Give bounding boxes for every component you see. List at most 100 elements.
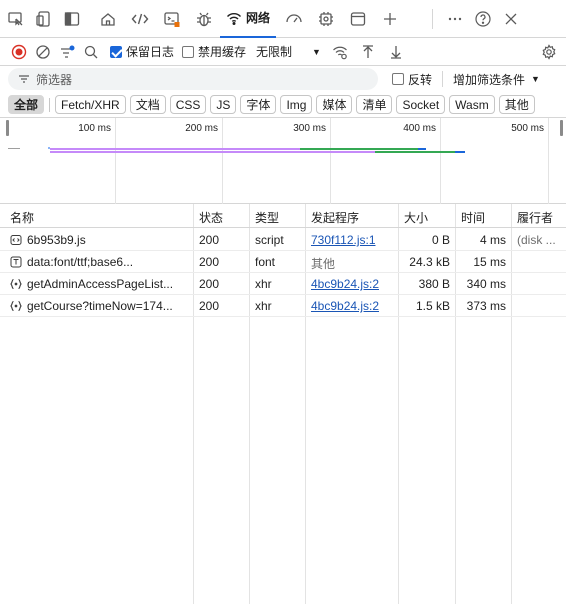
network-overview-timeline[interactable]: 100 ms 200 ms 300 ms 400 ms 500 ms xyxy=(0,118,566,204)
network-tab-label: 网络 xyxy=(246,11,271,25)
request-fulfilled-by: (disk ... xyxy=(517,233,556,247)
overview-bar xyxy=(50,148,300,150)
request-size: 24.3 kB xyxy=(409,255,450,269)
table-row[interactable]: getCourse?timeNow=174... 200 xhr 4bc9b24… xyxy=(0,295,566,317)
preserve-log-checkbox[interactable]: 保留日志 xyxy=(110,43,174,60)
wifi-icon xyxy=(226,12,242,25)
table-row[interactable]: getAdminAccessPageList... 200 xhr 4bc9b2… xyxy=(0,273,566,295)
request-initiator-link[interactable]: 730f112.js:1 xyxy=(311,233,376,247)
performance-tab-icon[interactable] xyxy=(282,7,306,31)
request-name: getAdminAccessPageList... xyxy=(10,277,190,291)
add-tab-icon[interactable] xyxy=(378,7,402,31)
chip-wasm[interactable]: Wasm xyxy=(449,95,495,114)
request-status: 200 xyxy=(199,299,220,313)
request-name: getCourse?timeNow=174... xyxy=(10,299,190,313)
export-har-icon[interactable] xyxy=(385,41,407,63)
request-type: xhr xyxy=(255,299,272,313)
chip-other[interactable]: 其他 xyxy=(498,95,535,114)
tick-label: 200 ms xyxy=(185,123,218,134)
help-icon[interactable] xyxy=(471,7,495,31)
chip-img[interactable]: Img xyxy=(280,95,313,114)
requests-table: 名称 状态 类型 发起程序 大小 时间 履行者 6b953b9.js 200 s… xyxy=(0,204,566,604)
overview-bar xyxy=(418,148,426,150)
chip-css[interactable]: CSS xyxy=(169,95,207,114)
filter-toggle-icon[interactable] xyxy=(56,41,78,63)
request-size: 380 B xyxy=(418,277,450,291)
disable-cache-label: 禁用缓存 xyxy=(198,45,247,59)
chip-socket[interactable]: Socket xyxy=(396,95,446,114)
table-row[interactable]: 6b953b9.js 200 script 730f112.js:1 0 B 4… xyxy=(0,229,566,251)
preserve-log-label: 保留日志 xyxy=(126,45,175,59)
column-header-fulfilled-by[interactable]: 履行者 xyxy=(517,209,553,226)
column-header-status[interactable]: 状态 xyxy=(199,209,223,226)
request-initiator-link[interactable]: 4bc9b24.js:2 xyxy=(311,277,379,291)
overview-right-handle[interactable] xyxy=(560,120,563,136)
column-header-name[interactable]: 名称 xyxy=(10,209,34,226)
dock-panel-icon[interactable] xyxy=(60,7,84,31)
sources-bug-icon[interactable] xyxy=(192,7,216,31)
xhr-icon xyxy=(10,300,22,312)
chip-media[interactable]: 媒体 xyxy=(316,95,353,114)
search-icon[interactable] xyxy=(80,41,102,63)
request-initiator-link[interactable]: 4bc9b24.js:2 xyxy=(311,299,379,313)
elements-tab-icon[interactable] xyxy=(128,7,152,31)
request-time: 4 ms xyxy=(479,233,506,247)
xhr-icon xyxy=(10,278,22,290)
record-stop-icon[interactable] xyxy=(8,41,30,63)
device-emulation-icon[interactable] xyxy=(32,7,56,31)
chip-doc[interactable]: 文档 xyxy=(129,95,166,114)
chip-fetch-xhr[interactable]: Fetch/XHR xyxy=(55,95,126,114)
request-status: 200 xyxy=(199,233,220,247)
network-toolbar: 保留日志 禁用缓存 无限制 ▼ xyxy=(0,38,566,66)
overview-left-handle[interactable] xyxy=(6,120,9,136)
request-type: script xyxy=(255,233,284,247)
home-icon[interactable] xyxy=(96,7,120,31)
tick-label: 500 ms xyxy=(511,123,544,134)
chip-font[interactable]: 字体 xyxy=(240,95,277,114)
request-status: 200 xyxy=(199,255,220,269)
filter-icon xyxy=(19,75,29,83)
settings-gear-icon[interactable] xyxy=(538,41,560,63)
throttle-select[interactable]: 无限制 ▼ xyxy=(256,43,321,60)
network-conditions-icon[interactable] xyxy=(329,41,351,63)
chip-all[interactable]: 全部 xyxy=(8,95,45,114)
overview-bar xyxy=(300,148,418,150)
table-header: 名称 状态 类型 发起程序 大小 时间 履行者 xyxy=(0,204,566,228)
preserve-log-check[interactable] xyxy=(110,45,122,58)
more-filters-dropdown[interactable]: 增加筛选条件 ▼ xyxy=(453,71,540,88)
request-initiator: 其他 xyxy=(311,257,336,271)
memory-chip-icon[interactable] xyxy=(314,7,338,31)
disable-cache-check[interactable] xyxy=(182,45,195,58)
request-size: 0 B xyxy=(431,233,450,247)
request-status: 200 xyxy=(199,277,220,291)
close-devtools-icon[interactable] xyxy=(499,7,523,31)
request-type: font xyxy=(255,255,276,269)
column-header-type[interactable]: 类型 xyxy=(255,209,279,226)
invert-check[interactable] xyxy=(392,73,404,85)
request-time: 340 ms xyxy=(466,277,506,291)
column-header-time[interactable]: 时间 xyxy=(461,209,485,226)
script-icon xyxy=(10,235,22,245)
request-type: xhr xyxy=(255,277,272,291)
application-tab-icon[interactable] xyxy=(346,7,370,31)
request-time: 373 ms xyxy=(466,299,506,313)
column-header-size[interactable]: 大小 xyxy=(404,209,428,226)
more-filters-label: 增加筛选条件 xyxy=(453,72,526,87)
disable-cache-checkbox[interactable]: 禁用缓存 xyxy=(182,43,246,60)
import-har-icon[interactable] xyxy=(357,41,379,63)
chevron-down-icon: ▼ xyxy=(531,74,540,84)
clear-icon[interactable] xyxy=(32,41,54,63)
console-tab-icon[interactable] xyxy=(160,7,184,31)
resource-type-filters: 全部 Fetch/XHR 文档 CSS JS 字体 Img 媒体 清单 Sock… xyxy=(0,92,566,118)
request-size: 1.5 kB xyxy=(415,299,450,313)
more-options-icon[interactable] xyxy=(443,7,467,31)
table-row[interactable]: data:font/ttf;base6... 200 font 其他 24.3 … xyxy=(0,251,566,273)
filter-input[interactable]: 筛选器 xyxy=(8,68,378,90)
tab-network[interactable]: 网络 xyxy=(220,0,277,38)
chip-js[interactable]: JS xyxy=(210,95,237,114)
inspect-element-icon[interactable] xyxy=(4,7,28,31)
chip-manifest[interactable]: 清单 xyxy=(356,95,393,114)
column-header-initiator[interactable]: 发起程序 xyxy=(311,209,359,226)
invert-checkbox[interactable]: 反转 xyxy=(392,71,432,88)
filter-placeholder: 筛选器 xyxy=(36,72,73,87)
